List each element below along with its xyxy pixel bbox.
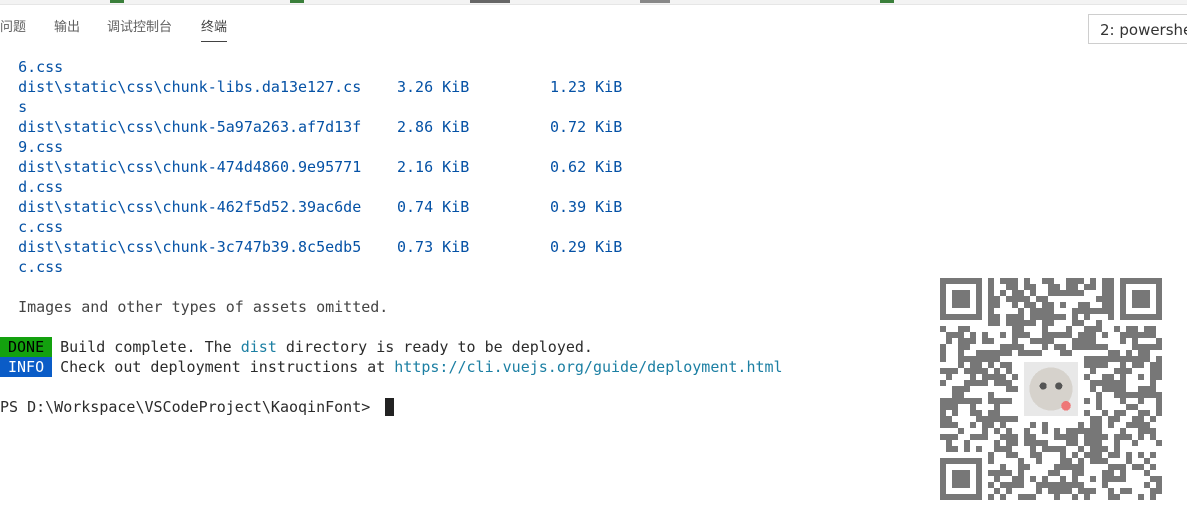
tab-debug-console[interactable]: 调试控制台 — [107, 16, 172, 35]
info-text: Check out deployment instructions at — [60, 358, 395, 376]
file-name-wrap: d.css — [0, 177, 1187, 197]
file-name-wrap: 9.css — [0, 137, 1187, 157]
file-name-line: c.css — [18, 258, 64, 276]
panel-tab-bar: 问题 输出 调试控制台 终端 2: powershell — [0, 6, 1187, 44]
file-name-line: dist\static\css\chunk-5a97a263.af7d13f — [18, 118, 362, 136]
tab-terminal[interactable]: 终端 — [201, 16, 228, 42]
file-size: 2.86 KiB — [397, 118, 470, 136]
info-badge: INFO — [0, 357, 53, 377]
file-name-line: dist\static\css\chunk-3c747b39.8c5edb5 — [18, 238, 362, 256]
done-text: Build complete. The — [60, 338, 241, 356]
gzipped-size: 0.62 KiB — [550, 158, 623, 176]
avatar-icon — [1024, 362, 1078, 416]
file-name-line: s — [18, 98, 28, 116]
text-cursor — [385, 398, 395, 416]
file-size: 2.16 KiB — [397, 158, 470, 176]
file-name-line: 6.css — [18, 58, 64, 76]
prompt-text: PS D:\Workspace\VSCodeProject\KaoqinFont… — [0, 398, 380, 416]
tab-problems[interactable]: 问题 — [0, 16, 26, 35]
file-name-line: dist\static\css\chunk-libs.da13e127.cs — [18, 78, 362, 96]
file-size: 3.26 KiB — [397, 78, 470, 96]
deployment-link[interactable]: https://cli.vuejs.org/guide/deployment.h… — [394, 358, 782, 376]
table-row: 6.css — [0, 57, 1187, 77]
file-name-wrap: c.css — [0, 257, 1187, 277]
dist-highlight: dist — [240, 338, 277, 356]
file-name-line: 9.css — [18, 138, 64, 156]
file-name-wrap: c.css — [0, 217, 1187, 237]
qr-code-icon — [940, 278, 1162, 500]
file-size: 0.73 KiB — [397, 238, 470, 256]
table-row: dist\static\css\chunk-474d4860.9e95771 2.… — [0, 157, 1187, 177]
table-row: dist\static\css\chunk-462f5d52.39ac6de 0.… — [0, 197, 1187, 217]
file-name-line: d.css — [18, 178, 64, 196]
done-text-end: directory is ready to be deployed. — [276, 338, 593, 356]
window-top-strip — [0, 0, 1187, 5]
gzipped-size: 1.23 KiB — [550, 78, 623, 96]
file-size: 0.74 KiB — [397, 198, 470, 216]
gzipped-size: 0.29 KiB — [550, 238, 623, 256]
file-name-wrap: s — [0, 97, 1187, 117]
done-badge: DONE — [0, 337, 53, 357]
gzipped-size: 0.39 KiB — [550, 198, 623, 216]
table-row: dist\static\css\chunk-3c747b39.8c5edb5 0.… — [0, 237, 1187, 257]
gzipped-size: 0.72 KiB — [550, 118, 623, 136]
table-row: dist\static\css\chunk-libs.da13e127.cs 3.… — [0, 77, 1187, 97]
tab-output[interactable]: 输出 — [54, 16, 80, 35]
file-name-line: dist\static\css\chunk-474d4860.9e95771 — [18, 158, 362, 176]
file-name-line: dist\static\css\chunk-462f5d52.39ac6de — [18, 198, 362, 216]
file-name-line: c.css — [18, 218, 64, 236]
terminal-selector[interactable]: 2: powershell — [1088, 14, 1187, 44]
table-row: dist\static\css\chunk-5a97a263.af7d13f 2.… — [0, 117, 1187, 137]
assets-omitted-text: Images and other types of assets omitted… — [18, 298, 389, 316]
